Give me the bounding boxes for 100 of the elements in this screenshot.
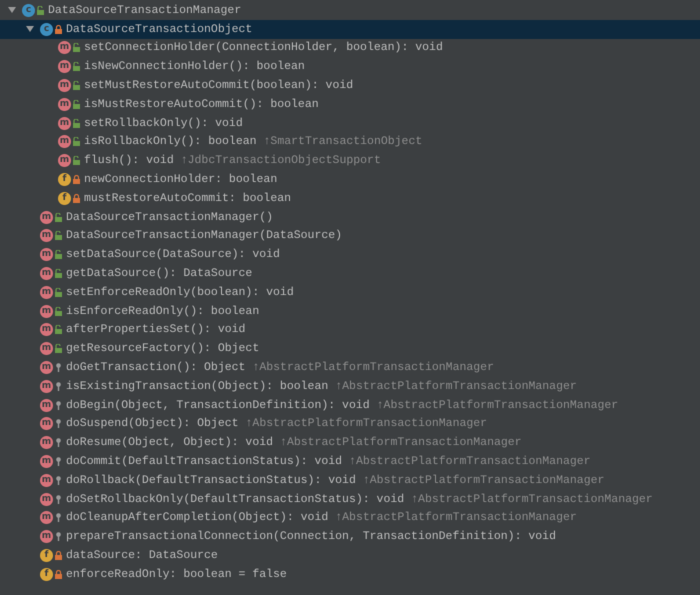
item-label: setConnectionHolder(ConnectionHolder, boolean): void [84, 41, 443, 54]
open-padlock-icon [73, 100, 80, 109]
item-label: isEnforceReadOnly(): boolean [66, 304, 260, 318]
inherited-from-label: ↑AbstractPlatformTransactionManager [335, 511, 577, 524]
open-padlock-icon [55, 231, 62, 240]
key-icon [55, 400, 62, 410]
method-icon: m [40, 417, 53, 430]
item-label: enforceReadOnly: boolean = false [66, 568, 287, 581]
item-label: getResourceFactory(): Object [66, 342, 260, 356]
open-padlock-icon [73, 62, 80, 72]
inherited-from-label: ↑JdbcTransactionObjectSupport [180, 154, 381, 168]
method-icon: m [40, 286, 53, 299]
item-label: doSuspend(Object): Object [66, 417, 239, 430]
open-padlock-icon [73, 137, 80, 146]
item-label: setEnforceReadOnly(boolean): void [66, 286, 294, 299]
tree-item[interactable]: f dataSource: DataSource [0, 546, 700, 565]
tree-item[interactable]: f mustRestoreAutoCommit: boolean [0, 188, 700, 208]
tree-item[interactable]: m DataSourceTransactionManager(DataSource) [0, 226, 700, 246]
key-icon [55, 513, 62, 522]
expand-arrow-icon[interactable] [8, 6, 16, 14]
item-label: prepareTransactionalConnection(Connection, TransactionDefinition): void [66, 530, 556, 544]
open-padlock-icon [73, 43, 80, 52]
key-icon [55, 382, 62, 391]
key-icon [55, 419, 62, 428]
method-icon: m [58, 79, 71, 92]
item-label: doSetRollbackOnly(DefaultTransactionStatus): void [66, 492, 404, 506]
tree-item[interactable]: m doSetRollbackOnly(DefaultTransactionStatus): void ↑AbstractPlatformTransactionManager [0, 490, 700, 509]
item-label: mustRestoreAutoCommit: boolean [84, 192, 292, 205]
tree-item[interactable]: m isEnforceReadOnly(): boolean [0, 302, 700, 321]
expand-arrow-icon[interactable] [26, 25, 34, 34]
open-padlock-icon [55, 269, 62, 278]
key-icon [55, 438, 62, 448]
tree-item[interactable]: m afterPropertiesSet(): void [0, 320, 700, 340]
item-label: doCommit(DefaultTransactionStatus): void [66, 455, 342, 468]
tree-item[interactable]: m doCommit(DefaultTransactionStatus): void ↑AbstractPlatformTransactionManager [0, 452, 700, 471]
tree-item[interactable]: c DataSourceTransactionManager [0, 1, 700, 20]
open-padlock-icon [55, 212, 62, 222]
tree-item[interactable]: m getResourceFactory(): Object [0, 339, 700, 358]
method-icon: m [40, 229, 53, 242]
tree-item[interactable]: m isExistingTransaction(Object): boolean ↑AbstractPlatformTransactionManager [0, 376, 700, 396]
padlock-icon [73, 175, 80, 184]
tree-item[interactable]: m doResume(Object, Object): void ↑AbstractPlatformTransactionManager [0, 433, 700, 452]
tree-item[interactable]: f newConnectionHolder: boolean [0, 170, 700, 189]
tree-item[interactable]: m doRollback(DefaultTransactionStatus): void ↑AbstractPlatformTransactionManager [0, 470, 700, 490]
inherited-from-label: ↑AbstractPlatformTransactionManager [252, 361, 494, 374]
field-icon: f [40, 549, 53, 562]
tree-item[interactable]: m doCleanupAfterCompletion(Object): void ↑AbstractPlatformTransactionManager [0, 508, 700, 528]
method-icon: m [40, 455, 53, 468]
tree-item[interactable]: m setRollbackOnly(): void [0, 114, 700, 133]
method-icon: m [40, 398, 53, 412]
item-label: doResume(Object, Object): void [66, 436, 274, 450]
tree-item[interactable]: c DataSourceTransactionObject [0, 20, 700, 39]
tree-item[interactable]: m setMustRestoreAutoCommit(boolean): void [0, 76, 700, 95]
tree-item[interactable]: m setConnectionHolder(ConnectionHolder, boolean): void [0, 38, 700, 58]
inherited-from-label: ↑AbstractPlatformTransactionManager [246, 417, 488, 430]
tree-item[interactable]: m flush(): void ↑JdbcTransactionObjectSupport [0, 151, 700, 170]
method-icon: m [58, 41, 71, 54]
tree-item[interactable]: m setEnforceReadOnly(boolean): void [0, 282, 700, 302]
method-icon: m [40, 474, 53, 487]
inherited-from-label: ↑AbstractPlatformTransactionManager [376, 398, 618, 412]
method-icon: m [40, 436, 53, 450]
method-icon: m [58, 154, 71, 168]
inherited-from-label: ↑AbstractPlatformTransactionManager [411, 492, 653, 506]
tree-item[interactable]: m getDataSource(): DataSource [0, 264, 700, 283]
tree-item[interactable]: m doBegin(Object, TransactionDefinition): void ↑AbstractPlatformTransactionManager [0, 396, 700, 415]
method-icon: m [40, 304, 53, 318]
item-label: DataSourceTransactionObject [66, 22, 252, 36]
method-icon: m [40, 342, 53, 356]
key-icon [55, 476, 62, 485]
tree-item[interactable]: m isMustRestoreAutoCommit(): boolean [0, 94, 700, 114]
tree-item[interactable]: m doGetTransaction(): Object ↑AbstractPlatformTransactionManager [0, 358, 700, 377]
item-label: setMustRestoreAutoCommit(boolean): void [84, 79, 354, 92]
item-label: DataSourceTransactionManager() [66, 210, 274, 224]
method-icon: m [58, 98, 71, 111]
item-label: doCleanupAfterCompletion(Object): void [66, 511, 328, 524]
item-label: isNewConnectionHolder(): boolean [84, 60, 305, 74]
tree-item[interactable]: m prepareTransactionalConnection(Connection, TransactionDefinition): void [0, 527, 700, 546]
tree-item[interactable]: m isRollbackOnly(): boolean ↑SmartTransactionObject [0, 132, 700, 152]
item-label: setDataSource(DataSource): void [66, 248, 280, 262]
class-icon: c [40, 22, 53, 36]
inherited-from-label: ↑SmartTransactionObject [264, 135, 422, 148]
open-padlock-icon [55, 306, 62, 316]
inherited-from-label: ↑AbstractPlatformTransactionManager [335, 380, 577, 393]
open-padlock-icon [55, 344, 62, 354]
item-label: setRollbackOnly(): void [84, 116, 243, 130]
padlock-icon [55, 570, 62, 579]
item-label: dataSource: DataSource [66, 549, 218, 562]
tree-item[interactable]: m setDataSource(DataSource): void [0, 245, 700, 264]
tree-item[interactable]: m isNewConnectionHolder(): boolean [0, 57, 700, 76]
inherited-from-label: ↑AbstractPlatformTransactionManager [362, 474, 604, 487]
item-label: flush(): void [84, 154, 174, 168]
field-icon: f [58, 173, 71, 186]
tree-item[interactable]: f enforceReadOnly: boolean = false [0, 564, 700, 584]
method-icon: m [40, 267, 53, 280]
key-icon [55, 363, 62, 372]
item-label: doRollback(DefaultTransactionStatus): void [66, 474, 356, 487]
tree-item[interactable]: m DataSourceTransactionManager() [0, 208, 700, 227]
method-icon: m [40, 210, 53, 224]
item-label: afterPropertiesSet(): void [66, 323, 246, 336]
tree-item[interactable]: m doSuspend(Object): Object ↑AbstractPlatformTransactionManager [0, 414, 700, 434]
